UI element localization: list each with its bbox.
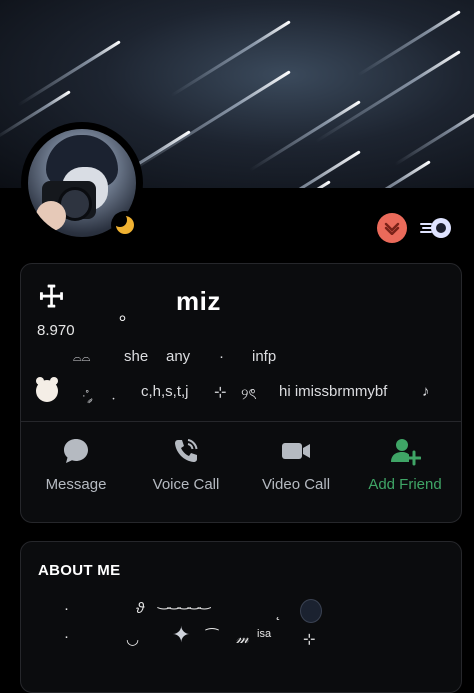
voice-call-icon (175, 439, 198, 462)
about-text: ⊹ (303, 631, 316, 648)
bio-text: she (124, 348, 149, 365)
video-call-label: Video Call (261, 476, 331, 493)
bio-text: · (219, 348, 224, 365)
card-divider (21, 421, 461, 422)
bio-text: ﹒ (106, 386, 122, 403)
bio-text: ⊹ (214, 384, 227, 401)
bio-text: any (166, 348, 191, 365)
about-text: ⁀ (206, 629, 219, 646)
about-me-title: ABOUT ME (38, 562, 121, 579)
about-text: isa (257, 628, 272, 640)
about-text: ˛ (276, 604, 281, 621)
video-call-icon (282, 443, 310, 459)
idle-status-icon (111, 211, 139, 239)
nitro-badge-icon[interactable] (418, 213, 456, 243)
about-text: · (64, 600, 69, 617)
bear-icon (36, 377, 58, 402)
message-label: Message (45, 476, 107, 493)
add-friend-label: Add Friend (368, 476, 442, 493)
video-call-button[interactable]: Video Call (241, 436, 351, 493)
bio-text: ·˚ ༘ (82, 390, 93, 402)
voice-call-button[interactable]: Voice Call (131, 436, 241, 493)
message-button[interactable]: Message (21, 436, 131, 493)
voice-call-label: Voice Call (152, 476, 220, 493)
about-text: 𝓂 (236, 631, 249, 647)
anime-sticker-icon (300, 599, 322, 623)
name-separator: 。 (119, 304, 137, 324)
bio-text: ୨ৎ (241, 386, 257, 403)
bio-text: infp (252, 348, 277, 365)
message-icon (64, 439, 88, 463)
about-text: ϑ (136, 600, 145, 617)
about-text: · (64, 628, 69, 645)
star-icon: ✦ (172, 622, 191, 647)
profile-count: 8.970 (37, 322, 75, 339)
about-text: ◡ (126, 631, 140, 648)
display-name: miz (176, 286, 221, 316)
bio-text: c,h,s,t,j (141, 383, 189, 400)
bio-text: ⌓⌓ (73, 352, 91, 364)
music-note-icon: ♪ (422, 383, 430, 400)
name-prefix: ☩ (38, 281, 65, 314)
add-friend-icon (391, 439, 421, 466)
add-friend-button[interactable]: Add Friend (350, 436, 460, 493)
about-text: ‿‿‿‿‿ (158, 593, 210, 610)
heart-badge-icon[interactable] (377, 213, 407, 243)
bio-text: hi imissbrmmybf (279, 383, 388, 400)
